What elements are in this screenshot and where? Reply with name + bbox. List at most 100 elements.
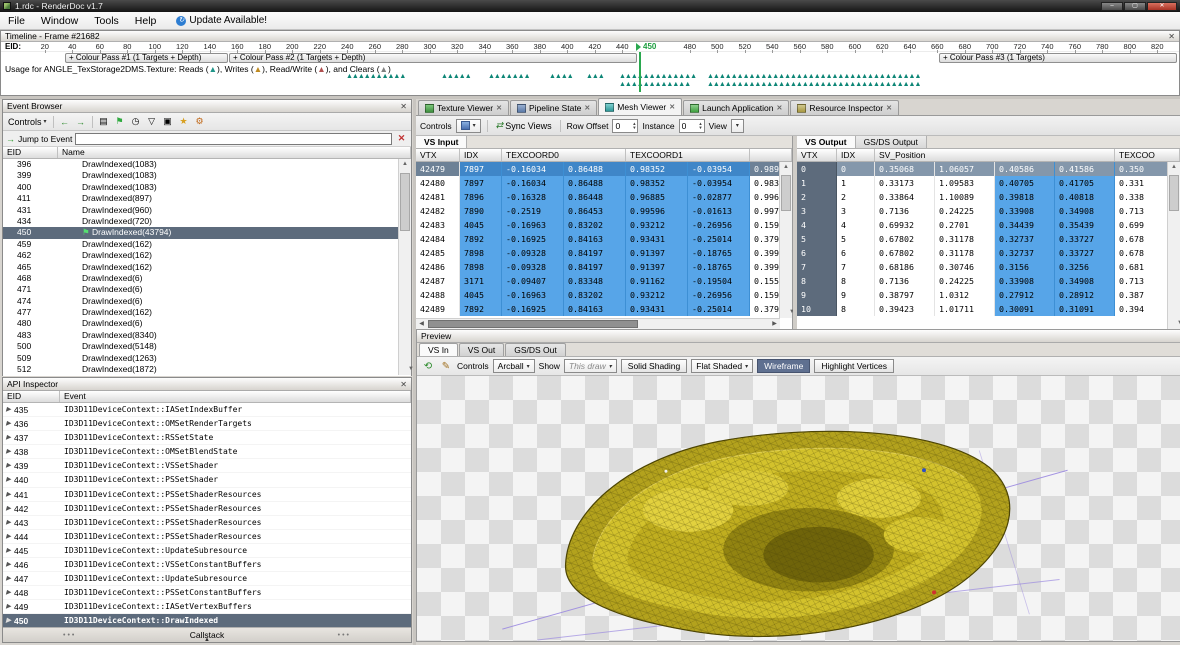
menu-window[interactable]: Window xyxy=(33,13,86,29)
vs-input-row[interactable]: 42487 3171 -0.09407 0.83348 0.91162 -0.1… xyxy=(416,274,792,288)
api-call-row[interactable]: ▶ 438 ID3D11DeviceContext::OMSetBlendSta… xyxy=(3,445,411,460)
api-call-row[interactable]: ▶ 436 ID3D11DeviceContext::OMSetRenderTa… xyxy=(3,417,411,432)
event-row[interactable]: 468 DrawIndexed(6) xyxy=(3,273,411,284)
expand-icon[interactable]: ▶ xyxy=(6,572,11,586)
flag-icon[interactable]: ⚑ xyxy=(113,115,127,129)
api-call-row[interactable]: ▶ 442 ID3D11DeviceContext::PSSetShaderRe… xyxy=(3,502,411,516)
event-row[interactable]: 450 DrawIndexed(43794) xyxy=(3,227,411,239)
vs-output-tab[interactable]: VS Output xyxy=(797,136,856,148)
edit-icon[interactable]: ✎ xyxy=(439,359,453,373)
close-icon[interactable]: ✕ xyxy=(669,103,675,111)
event-row[interactable]: 474 DrawIndexed(6) xyxy=(3,296,411,307)
vs-output-row[interactable]: 6 6 0.67802 0.31178 0.32737 0.33727 0.67… xyxy=(797,246,1180,260)
api-call-row[interactable]: ▶ 437 ID3D11DeviceContext::RSSetState xyxy=(3,431,411,446)
api-call-row[interactable]: ▶ 449 ID3D11DeviceContext::IASetVertexBu… xyxy=(3,600,411,615)
expand-icon[interactable]: ▶ xyxy=(6,445,11,459)
tab-resource-inspector[interactable]: Resource Inspector ✕ xyxy=(790,100,899,115)
instance-stepper[interactable]: 0 ▴ ▾ xyxy=(678,118,705,133)
forward-icon[interactable]: → xyxy=(74,115,88,129)
clear-icon[interactable]: ✕ xyxy=(395,132,408,145)
reset-camera-icon[interactable]: ⟲ xyxy=(421,359,435,373)
api-inspector-close-icon[interactable]: ✕ xyxy=(400,380,407,389)
vs-output-row[interactable]: 2 2 0.33864 1.10089 0.39818 0.40818 0.33… xyxy=(797,190,1180,204)
scroll-up-icon[interactable]: ▲ xyxy=(1168,162,1180,173)
collapse-up-icon[interactable]: ▲ xyxy=(204,637,210,643)
expand-icon[interactable]: ▶ xyxy=(6,502,11,516)
current-eid-marker[interactable]: 450 xyxy=(636,42,676,51)
vs-input-row[interactable]: 42488 4045 -0.16963 0.83202 0.93212 -0.2… xyxy=(416,288,792,302)
mesh-3d-viewport[interactable] xyxy=(417,376,1180,641)
tab-mesh-viewer[interactable]: Mesh Viewer ✕ xyxy=(598,98,683,115)
update-available-button[interactable]: ↻ Update Available! xyxy=(170,14,273,27)
save-icon[interactable]: ▣ xyxy=(161,115,175,129)
export-icon[interactable]: ▤ xyxy=(97,115,111,129)
maximize-button[interactable]: ▢ xyxy=(1124,1,1146,11)
scroll-down-icon[interactable]: ▼ xyxy=(1174,318,1180,329)
event-row[interactable]: 431 DrawIndexed(960) xyxy=(3,205,411,216)
vs-output-row[interactable]: 10 8 0.39423 1.01711 0.30091 0.31091 0.3… xyxy=(797,302,1180,316)
vs-input-row[interactable]: 42484 7892 -0.16925 0.84163 0.93431 -0.2… xyxy=(416,232,792,246)
tab-vs-out[interactable]: VS Out xyxy=(458,343,505,356)
expand-icon[interactable]: ▶ xyxy=(6,600,11,614)
event-row[interactable]: 411 DrawIndexed(897) xyxy=(3,193,411,204)
back-icon[interactable]: ← xyxy=(58,115,72,129)
expand-icon[interactable]: ▶ xyxy=(6,403,11,417)
close-icon[interactable]: ✕ xyxy=(496,104,502,112)
api-call-row[interactable]: ▶ 444 ID3D11DeviceContext::PSSetShaderRe… xyxy=(3,530,411,544)
timer-icon[interactable]: ◷ xyxy=(129,115,143,129)
settings-icon[interactable]: ⚙ xyxy=(193,115,207,129)
minimize-button[interactable]: – xyxy=(1101,1,1123,11)
vs-output-row[interactable]: 8 8 0.7136 0.24225 0.33908 0.34908 0.713 xyxy=(797,274,1180,288)
event-row[interactable]: 459 DrawIndexed(162) xyxy=(3,239,411,250)
vs-input-tab[interactable]: VS Input xyxy=(416,136,468,148)
scrollbar-thumb[interactable] xyxy=(400,173,410,231)
event-browser-scrollbar[interactable]: ▲ ▼ xyxy=(398,159,414,375)
jump-to-event-input[interactable] xyxy=(75,132,392,145)
shading-mode-dropdown[interactable]: Flat Shaded ▾ xyxy=(691,359,754,373)
api-call-row[interactable]: ▶ 447 ID3D11DeviceContext::UpdateSubreso… xyxy=(3,572,411,587)
expand-icon[interactable]: ▶ xyxy=(6,473,11,487)
tab-gsds-out[interactable]: GS/DS Out xyxy=(505,343,566,356)
wireframe-toggle[interactable]: Wireframe xyxy=(757,359,811,373)
vs-output-row[interactable]: 7 7 0.68186 0.30746 0.3156 0.3256 0.681 xyxy=(797,260,1180,274)
vs-input-row[interactable]: 42483 4045 -0.16963 0.83202 0.93212 -0.2… xyxy=(416,218,792,232)
expand-icon[interactable]: ▶ xyxy=(6,558,11,572)
tab-vs-in[interactable]: VS In xyxy=(419,343,458,356)
bookmark-icon[interactable]: ★ xyxy=(177,115,191,129)
vs-input-vscrollbar[interactable]: ▲ ▼ xyxy=(779,162,795,318)
vs-output-row[interactable]: 9 9 0.38797 1.0312 0.27912 0.28912 0.387 xyxy=(797,288,1180,302)
colour-pass-2-bar[interactable]: + Colour Pass #2 (1 Targets + Depth) xyxy=(229,53,637,63)
close-icon[interactable]: ✕ xyxy=(886,104,892,112)
vs-output-vscrollbar[interactable]: ▲ ▼ xyxy=(1167,162,1180,329)
solid-shading-button[interactable]: Solid Shading xyxy=(620,359,688,373)
vs-output-row[interactable]: 4 4 0.69932 0.2701 0.34439 0.35439 0.699 xyxy=(797,218,1180,232)
menu-file[interactable]: File xyxy=(0,13,33,29)
api-call-row[interactable]: ▶ 446 ID3D11DeviceContext::VSSetConstant… xyxy=(3,558,411,573)
tab-pipeline-state[interactable]: Pipeline State ✕ xyxy=(509,100,598,115)
filter-icon[interactable]: ▽ xyxy=(145,115,159,129)
row-offset-stepper[interactable]: 0 ▴ ▾ xyxy=(612,118,639,133)
expand-icon[interactable]: ▶ xyxy=(6,417,11,431)
vs-input-row[interactable]: 42486 7898 -0.09328 0.84197 0.91397 -0.1… xyxy=(416,260,792,274)
usage-markers-row-1[interactable]: ▲▲▲▲▲▲▲▲▲▲ ▲▲▲▲▲ ▲▲▲▲▲▲▲ ▲▲▲▲ ▲▲▲ ▲▲▲▲▲▲▲▲▲▲▲… xyxy=(1,73,1179,82)
scrollbar-thumb[interactable] xyxy=(1169,175,1179,211)
scroll-up-icon[interactable]: ▲ xyxy=(399,159,411,170)
close-icon[interactable]: ✕ xyxy=(777,104,783,112)
expand-icon[interactable]: ▶ xyxy=(6,586,11,600)
event-row[interactable]: 477 DrawIndexed(162) xyxy=(3,307,411,318)
colour-pass-1-bar[interactable]: + Colour Pass #1 (1 Targets + Depth) xyxy=(65,53,228,63)
highlight-vertices-toggle[interactable]: Highlight Vertices xyxy=(814,359,894,373)
vs-output-row[interactable]: 0 0 0.35068 1.06057 0.40586 0.41586 0.35… xyxy=(797,162,1180,176)
menu-tools[interactable]: Tools xyxy=(86,13,127,29)
event-row[interactable]: 462 DrawIndexed(162) xyxy=(3,250,411,261)
api-call-row[interactable]: ▶ 448 ID3D11DeviceContext::PSSetConstant… xyxy=(3,586,411,601)
event-row[interactable]: 509 DrawIndexed(1263) xyxy=(3,353,411,364)
event-row[interactable]: 480 DrawIndexed(6) xyxy=(3,318,411,329)
expand-icon[interactable]: ▶ xyxy=(6,488,11,502)
event-row[interactable]: 399 DrawIndexed(1083) xyxy=(3,170,411,181)
menu-help[interactable]: Help xyxy=(127,13,165,29)
scroll-up-icon[interactable]: ▲ xyxy=(780,162,792,173)
colour-pass-3-bar[interactable]: + Colour Pass #3 (1 Targets) xyxy=(939,53,1177,63)
vs-input-row[interactable]: 42482 7890 -0.2519 0.86453 0.99596 -0.01… xyxy=(416,204,792,218)
show-dropdown[interactable]: This draw ▾ xyxy=(563,359,617,373)
